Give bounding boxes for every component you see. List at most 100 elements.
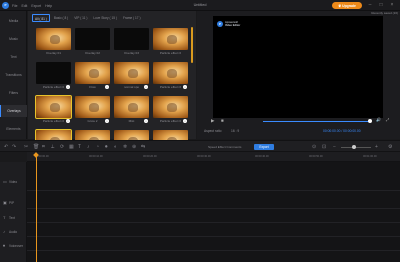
record-icon[interactable]: ⊙ xyxy=(312,143,316,151)
export-button[interactable]: Export xyxy=(254,144,274,150)
download-icon[interactable]: ↓ xyxy=(66,85,70,89)
sidebar-item-elements[interactable]: Elements xyxy=(0,123,27,135)
mosaic-icon[interactable]: ▦ xyxy=(69,143,74,151)
close-icon[interactable]: × xyxy=(388,1,396,10)
app-logo-icon: P xyxy=(2,2,9,9)
ruler-tick: 00:00:10.00 xyxy=(89,155,103,158)
stop-icon[interactable]: ■ xyxy=(221,118,224,123)
overlay-thumbnail[interactable]: Particle effect 0 xyxy=(153,28,188,56)
overlay-thumbnail[interactable]: ↓ Mist xyxy=(114,96,149,124)
text-tool-icon[interactable]: T xyxy=(78,143,81,151)
tab-love-story[interactable]: Love Story ( 15 ) xyxy=(91,14,119,22)
track-audio[interactable]: ♪ Audio xyxy=(0,226,27,238)
overlay-label: Particle effect 0 xyxy=(159,51,182,55)
download-icon[interactable]: ↓ xyxy=(183,85,187,89)
video-preview[interactable]: P Apowersoft Video Editor xyxy=(213,16,383,118)
audio-icon: ♪ xyxy=(3,229,5,234)
overlay-thumbnail[interactable]: ↓ Particle effect 0 xyxy=(153,62,188,90)
detach-audio-icon[interactable]: ⇆ xyxy=(141,143,145,151)
tab-all[interactable]: All ( 81 ) xyxy=(32,14,50,22)
track-label: Video xyxy=(9,180,18,184)
menu-edit[interactable]: Edit xyxy=(21,4,27,8)
undo-icon[interactable]: ↶ xyxy=(4,143,8,151)
speed-effect-label[interactable]: Speed Effect Comments xyxy=(208,145,241,149)
zoom-slider[interactable] xyxy=(341,147,371,148)
download-icon[interactable]: ↓ xyxy=(105,85,109,89)
sidebar-item-media[interactable]: Media xyxy=(0,15,27,27)
track-divider xyxy=(27,222,400,223)
mic-tool-icon[interactable]: ⏺ xyxy=(105,143,108,151)
color-icon[interactable]: ◐ xyxy=(114,143,117,151)
brand-logo-icon: P xyxy=(217,21,223,27)
speed-icon[interactable]: ◔ xyxy=(96,143,99,151)
sidebar-item-overlays[interactable]: Overlays xyxy=(0,105,27,117)
timecode: 00:00:00.00 / 00:00:00.00 xyxy=(323,129,361,133)
tab-vip[interactable]: VIP ( 11 ) xyxy=(72,14,89,22)
sidebar-item-filters[interactable]: Filters xyxy=(0,87,27,99)
overlay-thumbnail[interactable]: Overlay 02 xyxy=(75,28,110,56)
zoom-slider-handle[interactable] xyxy=(352,145,356,149)
overlay-preview-image xyxy=(75,62,110,84)
progress-handle[interactable] xyxy=(368,119,372,123)
play-icon[interactable]: ▶ xyxy=(211,118,214,124)
tab-basic[interactable]: Basic ( 8 ) xyxy=(52,14,70,22)
redo-icon[interactable]: ↷ xyxy=(12,143,16,151)
maximize-icon[interactable]: □ xyxy=(377,1,385,10)
download-icon[interactable]: ↓ xyxy=(144,119,148,123)
mic-icon: ⏺ xyxy=(3,243,5,248)
sidebar-item-text[interactable]: Text xyxy=(0,51,27,63)
fullscreen-icon[interactable]: ⤢ xyxy=(386,117,389,122)
overlay-thumbnail[interactable]: Overlay 01 xyxy=(36,28,71,56)
zoom-tool-icon[interactable]: ⊕ xyxy=(132,143,136,151)
overlay-thumbnail[interactable]: ↓ Flow xyxy=(75,62,110,90)
overlay-label: Overlay 02 xyxy=(85,51,100,55)
overlay-thumbnail[interactable]: Overlay 03 xyxy=(114,28,149,56)
fit-icon[interactable]: ⊡ xyxy=(322,143,326,151)
track-label: Text xyxy=(9,216,15,220)
volume-icon[interactable]: 🔊 xyxy=(376,117,381,122)
overlay-preview-image xyxy=(153,96,188,118)
settings-icon[interactable]: ⚙ xyxy=(388,143,392,151)
overlay-preview-image xyxy=(153,28,188,50)
zoom-out-icon[interactable]: − xyxy=(333,143,336,151)
overlay-thumbnail[interactable]: ↓ Particle effect 0 xyxy=(153,96,188,124)
aspect-ratio-select[interactable]: 16 : 9 xyxy=(231,129,239,133)
playback-progress[interactable] xyxy=(263,121,370,122)
overlay-thumbnail[interactable]: ↓ Particle effect 0 xyxy=(35,95,72,124)
upgrade-button[interactable]: ♛ Upgrade xyxy=(332,2,362,9)
track-pip[interactable]: ▣ PIP xyxy=(0,197,27,209)
crop-icon[interactable]: ⌗ xyxy=(42,143,45,151)
zoom-in-icon[interactable]: + xyxy=(375,143,378,151)
menu-export[interactable]: Export xyxy=(31,4,41,8)
timeline-ruler[interactable]: 00:00:00.00 00:00:10.00 00:00:20.00 00:0… xyxy=(27,152,400,162)
playhead[interactable] xyxy=(35,156,37,262)
download-icon[interactable]: ↓ xyxy=(183,119,187,123)
download-icon[interactable]: ↓ xyxy=(105,119,109,123)
freeze-icon[interactable]: ❄ xyxy=(123,143,127,151)
timeline-tracks[interactable] xyxy=(27,162,400,262)
cut-icon[interactable]: ✂ xyxy=(24,143,28,151)
track-video[interactable]: ▭ Video xyxy=(0,176,27,188)
overlay-preview-image xyxy=(114,96,149,118)
brand-line-2: Video Editor xyxy=(225,24,241,27)
tab-frame[interactable]: Frame ( 17 ) xyxy=(121,14,143,22)
download-icon[interactable]: ↓ xyxy=(66,119,70,123)
overlay-thumbnail[interactable]: ↓ Grow 2 xyxy=(75,96,110,124)
sidebar-item-music[interactable]: Music xyxy=(0,33,27,45)
split-icon[interactable]: ⟂ xyxy=(51,143,54,151)
menu-file[interactable]: File xyxy=(12,4,17,8)
minimize-icon[interactable]: – xyxy=(366,1,374,10)
menu-help[interactable]: Help xyxy=(45,4,52,8)
track-voiceover[interactable]: ⏺ Voiceover xyxy=(0,240,27,252)
media-scrollbar[interactable] xyxy=(191,27,193,63)
overlay-preview-image xyxy=(36,28,71,50)
timeline-toolbar: ↶ ↷ ✂ 🗑 ⌗ ⟂ ⟳ ▦ T ♪ ◔ ⏺ ◐ ❄ ⊕ ⇆ Speed Ef… xyxy=(0,140,400,152)
track-text[interactable]: T Text xyxy=(0,212,27,224)
sidebar-item-transitions[interactable]: Transitions xyxy=(0,69,27,81)
overlay-thumbnail[interactable]: ↓ Particle effect 0 xyxy=(36,62,71,90)
download-icon[interactable]: ↓ xyxy=(144,85,148,89)
overlay-thumbnail[interactable]: ↓ normal spo xyxy=(114,62,149,90)
rotate-icon[interactable]: ⟳ xyxy=(60,143,64,151)
music-tool-icon[interactable]: ♪ xyxy=(87,143,90,151)
delete-icon[interactable]: 🗑 xyxy=(33,143,39,151)
